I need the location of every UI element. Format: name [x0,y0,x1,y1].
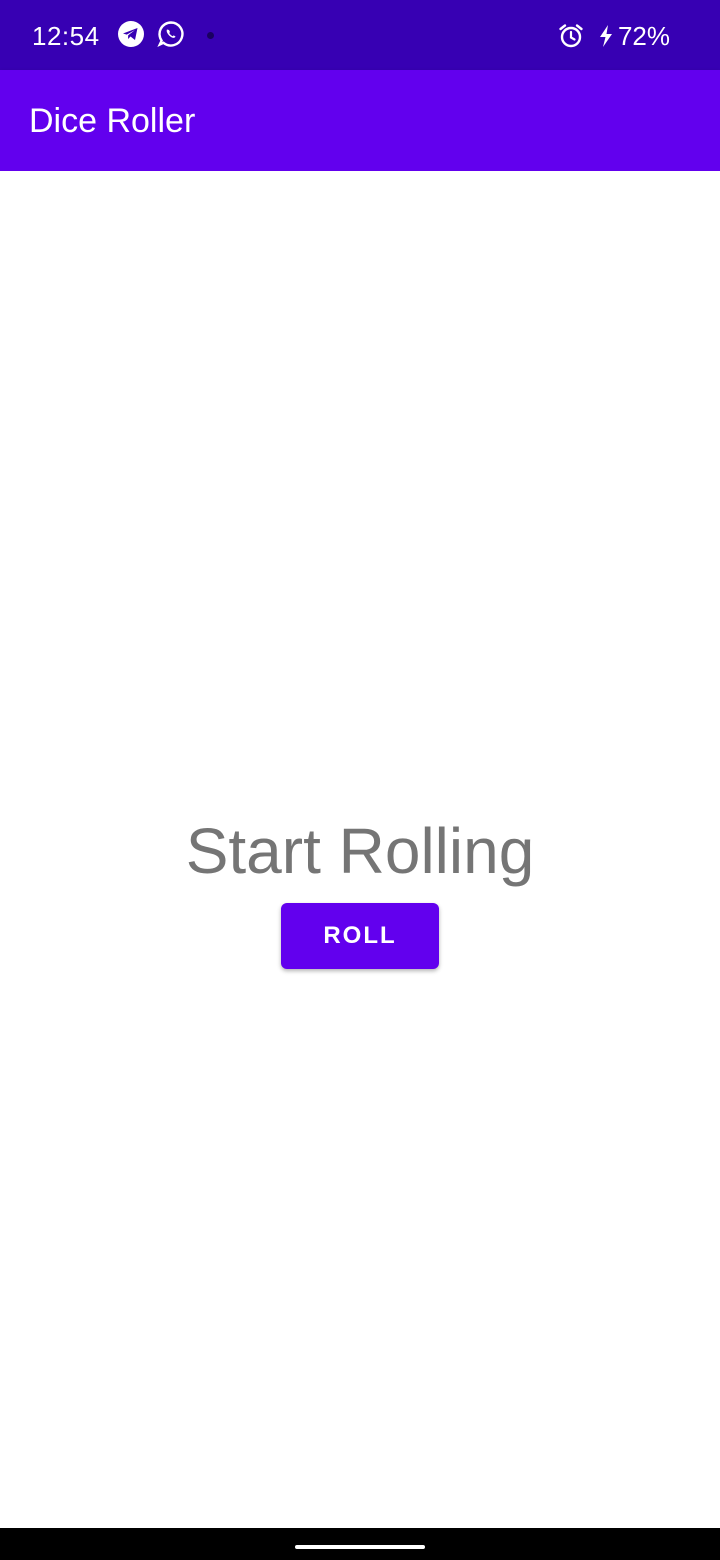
home-gesture-handle[interactable] [295,1545,425,1549]
status-bar: 12:54 72% [0,0,720,70]
result-text: Start Rolling [185,815,535,887]
status-right-group: 72% [558,18,670,54]
alarm-icon [558,23,584,49]
status-time: 12:54 [32,21,100,51]
roll-button[interactable]: ROLL [281,903,439,969]
battery-percentage: 72% [617,20,670,51]
telegram-icon [117,20,147,50]
battery-indicator: 72% [598,21,670,52]
main-content: Start Rolling ROLL [0,171,720,1528]
app-title: Dice Roller [29,102,196,140]
charging-bolt-icon [598,24,614,48]
navigation-bar [0,1528,720,1560]
whatsapp-icon [157,20,187,50]
app-bar: Dice Roller [0,70,720,171]
notification-dot-icon [207,32,214,39]
